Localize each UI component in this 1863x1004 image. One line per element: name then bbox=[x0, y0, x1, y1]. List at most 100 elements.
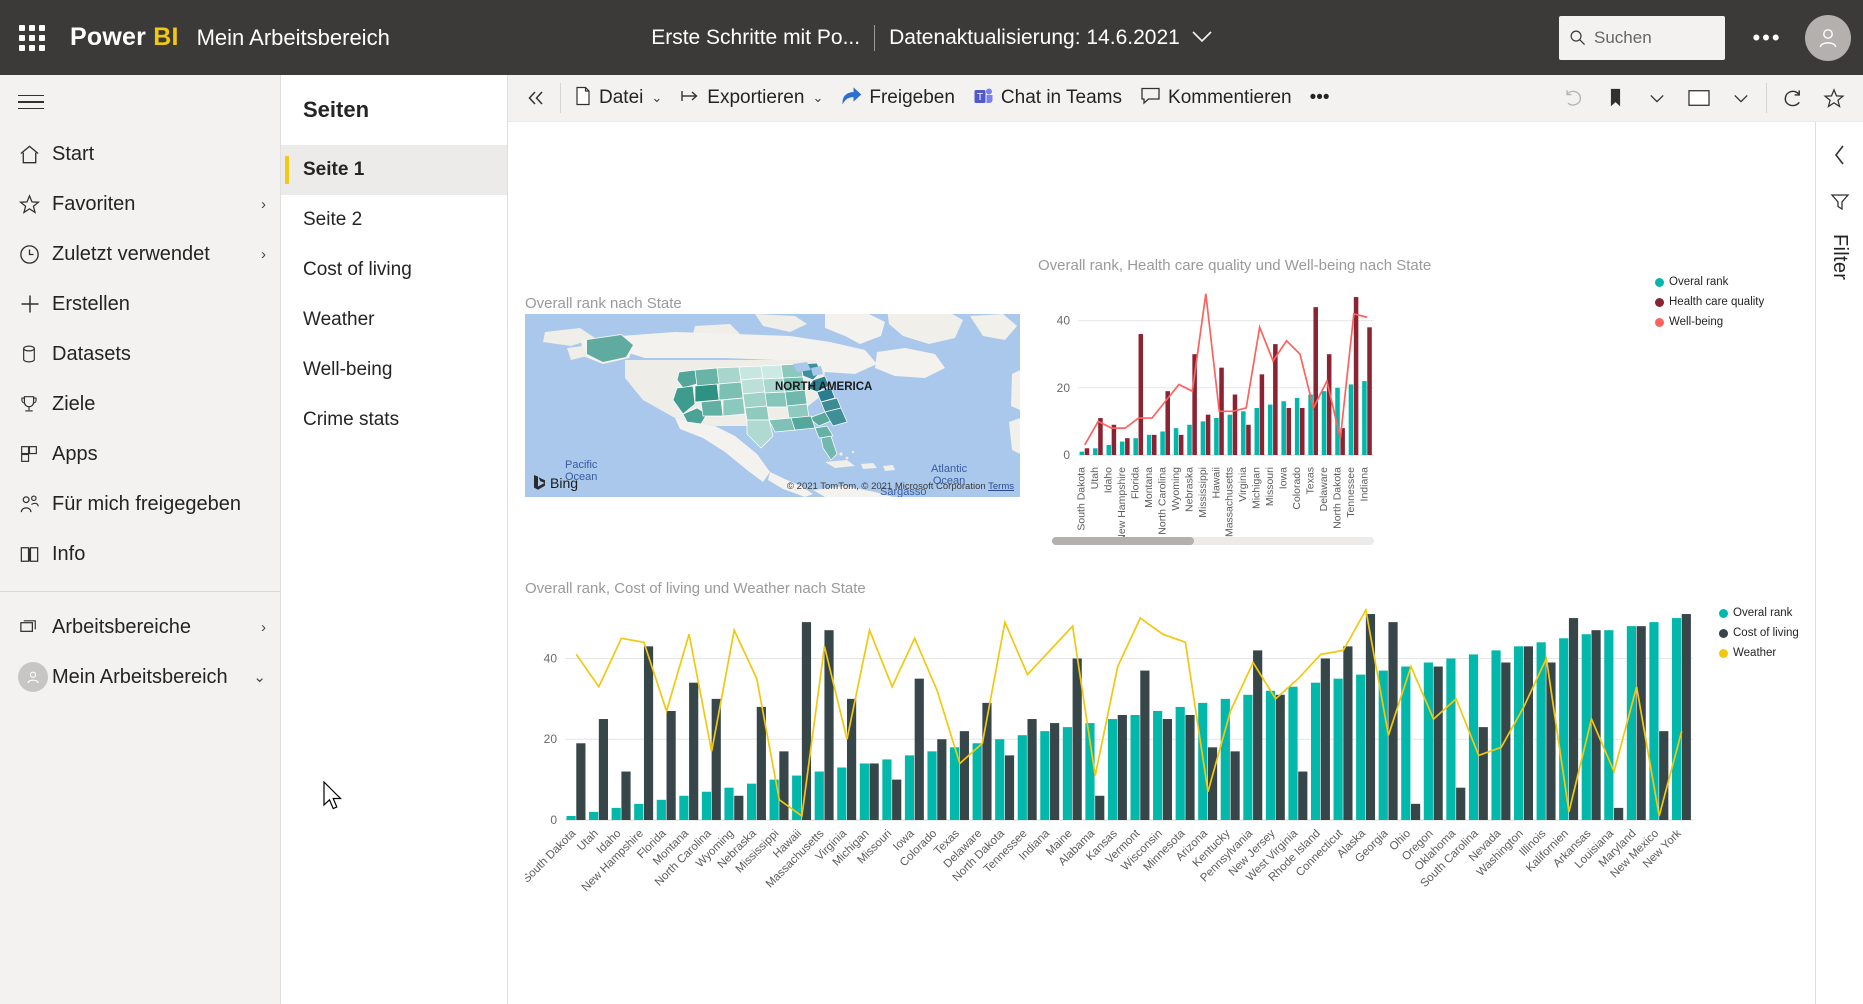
bar-overal-rank[interactable] bbox=[1153, 710, 1163, 820]
toolbar-datei-button[interactable]: Datei ⌄ bbox=[565, 78, 671, 118]
sidebar-item-caret[interactable]: ⌄ bbox=[253, 668, 266, 686]
bar-overal-rank[interactable] bbox=[1062, 727, 1072, 820]
bar-overal-rank[interactable] bbox=[814, 771, 824, 820]
bar-overal-rank[interactable] bbox=[1017, 735, 1027, 820]
user-avatar[interactable] bbox=[1805, 14, 1851, 61]
bar-cost-of-living[interactable] bbox=[801, 622, 812, 820]
bar-cost-of-living[interactable] bbox=[1185, 715, 1195, 820]
sidebar-item-fuer-mich-freigegeben[interactable]: Für mich freigegeben bbox=[0, 479, 280, 529]
bar-overal-rank[interactable] bbox=[1310, 682, 1321, 820]
bar-health-care-quality[interactable] bbox=[1300, 407, 1305, 455]
bar-cost-of-living[interactable] bbox=[779, 751, 789, 820]
bar-health-care-quality[interactable] bbox=[1313, 307, 1318, 455]
bar-overal-rank[interactable] bbox=[566, 815, 576, 820]
page-item-cost-of-living[interactable]: Cost of living bbox=[281, 245, 507, 295]
bar-cost-of-living[interactable] bbox=[1501, 662, 1511, 821]
bar-cost-of-living[interactable] bbox=[1343, 646, 1353, 820]
page-item-well-being[interactable]: Well-being bbox=[281, 345, 507, 395]
map-canvas[interactable]: NORTH AMERICA Pacific Ocean Atlantic Ocean… bbox=[525, 314, 1020, 497]
bar-overal-rank[interactable] bbox=[1604, 630, 1614, 820]
bar-overal-rank[interactable] bbox=[995, 739, 1005, 820]
bar-cost-of-living[interactable] bbox=[1636, 626, 1646, 820]
bar-cost-of-living[interactable] bbox=[1614, 807, 1624, 820]
bar-health-care-quality[interactable] bbox=[1152, 434, 1157, 455]
bar-cost-of-living[interactable] bbox=[1411, 803, 1421, 820]
bar-overal-rank[interactable] bbox=[1241, 411, 1246, 455]
bar-health-care-quality[interactable] bbox=[1138, 334, 1144, 455]
bar-cost-of-living[interactable] bbox=[1050, 723, 1060, 820]
bar-cost-of-living[interactable] bbox=[734, 795, 744, 820]
bar-overal-rank[interactable] bbox=[1130, 715, 1140, 820]
page-item-seite-2[interactable]: Seite 2 bbox=[281, 195, 507, 245]
bar-overal-rank[interactable] bbox=[1200, 421, 1206, 455]
bar-overal-rank[interactable] bbox=[1446, 658, 1456, 820]
bar-cost-of-living[interactable] bbox=[1523, 646, 1533, 820]
page-item-seite-1[interactable]: Seite 1 bbox=[281, 145, 507, 195]
page-item-weather[interactable]: Weather bbox=[281, 295, 507, 345]
bar-overal-rank[interactable] bbox=[1133, 438, 1138, 455]
bar-overal-rank[interactable] bbox=[1362, 381, 1367, 455]
bar-overal-rank[interactable] bbox=[589, 811, 599, 820]
bar-overal-rank[interactable] bbox=[1175, 706, 1185, 820]
bar-cost-of-living[interactable] bbox=[1162, 719, 1173, 820]
toolbar-kommentieren-button[interactable]: Kommentieren bbox=[1131, 78, 1301, 118]
bar-overal-rank[interactable] bbox=[882, 759, 892, 820]
app-launcher-icon[interactable] bbox=[10, 16, 54, 60]
bar-cost-of-living[interactable] bbox=[643, 646, 654, 820]
bar-overal-rank[interactable] bbox=[1214, 418, 1219, 455]
bar-cost-of-living[interactable] bbox=[1478, 727, 1488, 820]
bar-overal-rank[interactable] bbox=[1514, 646, 1524, 820]
bar-overal-rank[interactable] bbox=[1160, 431, 1165, 455]
bar-overal-rank[interactable] bbox=[1321, 391, 1327, 455]
bar-cost-of-living[interactable] bbox=[1230, 751, 1240, 820]
sidebar-item-ziele[interactable]: Ziele bbox=[0, 379, 280, 429]
bar-overal-rank[interactable] bbox=[1333, 678, 1343, 820]
bar-health-care-quality[interactable] bbox=[1326, 354, 1332, 455]
bar-cost-of-living[interactable] bbox=[937, 739, 947, 820]
bar-overal-rank[interactable] bbox=[1040, 731, 1050, 820]
bar-overal-rank[interactable] bbox=[701, 791, 712, 820]
bar-cost-of-living[interactable] bbox=[1320, 658, 1330, 820]
bar-health-care-quality[interactable] bbox=[1205, 414, 1211, 455]
chart-top-right-plot[interactable]: 0 20 40 South Dakota Utah Idaho New Hampshire F… bbox=[1038, 257, 1798, 557]
toolbar-freigeben-button[interactable]: Freigeben bbox=[832, 78, 964, 118]
sidebar-item-mein-arbeitsbereich[interactable]: Mein Arbeitsbereich ⌄ bbox=[0, 652, 280, 702]
sidebar-item-favoriten[interactable]: Favoriten › bbox=[0, 179, 280, 229]
bar-overal-rank[interactable] bbox=[1626, 626, 1636, 820]
bar-cost-of-living[interactable] bbox=[621, 771, 631, 820]
bar-health-care-quality[interactable] bbox=[1232, 394, 1238, 455]
bar-cost-of-living[interactable] bbox=[598, 719, 609, 820]
bar-health-care-quality[interactable] bbox=[1286, 407, 1292, 455]
bar-overal-rank[interactable] bbox=[1173, 428, 1179, 455]
bar-cost-of-living[interactable] bbox=[1004, 755, 1015, 820]
chevron-down-icon[interactable] bbox=[1192, 28, 1212, 48]
bar-overal-rank[interactable] bbox=[746, 783, 757, 820]
bar-cost-of-living[interactable] bbox=[1117, 715, 1127, 820]
hamburger-menu-icon[interactable] bbox=[0, 75, 281, 129]
funnel-icon[interactable] bbox=[1825, 186, 1855, 216]
bar-cost-of-living[interactable] bbox=[1456, 787, 1466, 820]
bar-cost-of-living[interactable] bbox=[1365, 614, 1376, 820]
bar-cost-of-living[interactable] bbox=[689, 682, 699, 820]
brand-logo[interactable]: Power BI bbox=[70, 23, 179, 52]
sidebar-item-apps[interactable]: Apps bbox=[0, 429, 280, 479]
bar-cost-of-living[interactable] bbox=[1275, 694, 1285, 820]
chart-overall-health-wellbeing[interactable]: Overall rank, Health care quality und We… bbox=[1038, 257, 1798, 557]
bar-cost-of-living[interactable] bbox=[1591, 630, 1601, 820]
bar-overal-rank[interactable] bbox=[611, 807, 621, 820]
bar-overal-rank[interactable] bbox=[1356, 674, 1366, 820]
bar-overal-rank[interactable] bbox=[927, 751, 937, 820]
bar-overal-rank[interactable] bbox=[904, 755, 915, 820]
bar-health-care-quality[interactable] bbox=[1246, 424, 1251, 455]
bar-overal-rank[interactable] bbox=[1146, 434, 1152, 455]
chevron-left-icon[interactable] bbox=[1825, 140, 1855, 170]
chart-overall-cost-weather[interactable]: Overall rank, Cost of living und Weather… bbox=[525, 580, 1799, 970]
sidebar-item-caret[interactable]: › bbox=[261, 246, 266, 263]
chart-bottom-plot[interactable]: 02040South DakotaUtahIdahoNew HampshireF… bbox=[525, 580, 1799, 970]
bar-overal-rank[interactable] bbox=[1243, 694, 1253, 820]
bar-cost-of-living[interactable] bbox=[892, 779, 902, 820]
bar-overal-rank[interactable] bbox=[859, 763, 869, 820]
bookmark-icon[interactable] bbox=[1594, 78, 1636, 118]
bar-overal-rank[interactable] bbox=[1671, 618, 1682, 820]
bar-cost-of-living[interactable] bbox=[1298, 771, 1308, 820]
